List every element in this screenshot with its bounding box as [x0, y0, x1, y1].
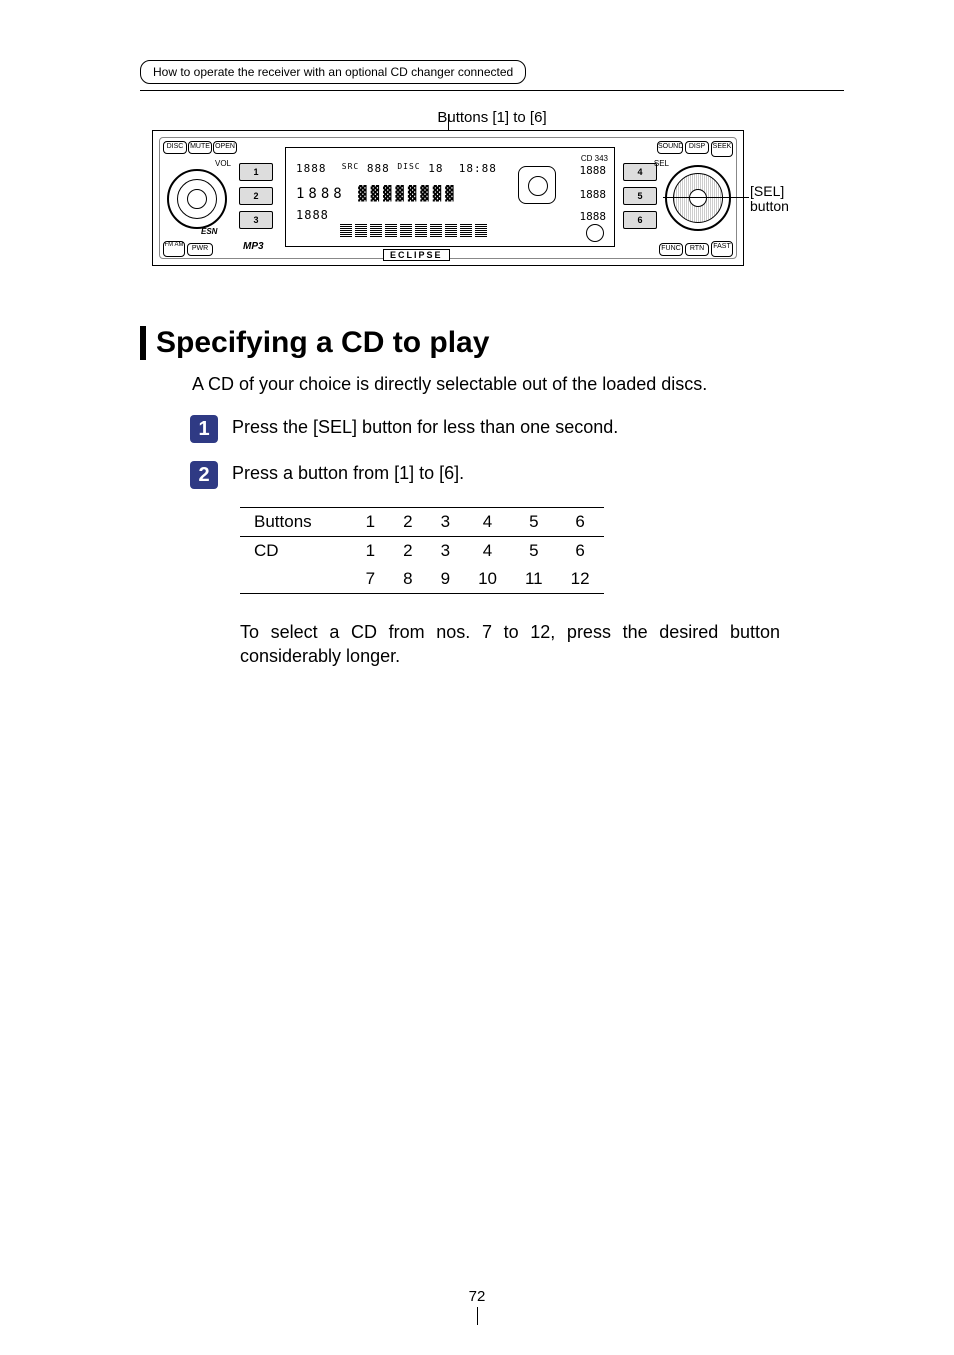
section-intro: A CD of your choice is directly selectab…: [192, 374, 844, 395]
step-1-text: Press the [SEL] button for less than one…: [232, 415, 618, 438]
table-row: Buttons 1 2 3 4 5 6: [240, 508, 604, 537]
table-cell: 3: [427, 508, 464, 537]
brightness-icon: [518, 166, 556, 204]
vol-label: VOL: [215, 159, 231, 168]
table-header-label: Buttons: [240, 508, 352, 537]
open-button[interactable]: OPEN: [213, 141, 237, 154]
seg-row2-left: 1888: [296, 186, 346, 202]
mp3-label: MP3: [243, 241, 264, 252]
table-cell: 1: [352, 537, 389, 566]
table-cell: 5: [511, 537, 557, 566]
lcd-display: CD 343 1888 SRC 888 DISC 18 18:88 1888 ▓…: [285, 147, 615, 247]
seg-side-3: 1888: [580, 210, 607, 223]
esn-label: ESN: [201, 227, 217, 236]
preset-button-1[interactable]: 1: [239, 163, 273, 181]
device-diagram: DISC MUTE OPEN VOL ESN FM AM PWR 1 2 3 C…: [152, 130, 832, 266]
section-note: To select a CD from nos. 7 to 12, press …: [240, 620, 780, 669]
table-row: 7 8 9 10 11 12: [240, 565, 604, 594]
seg-src-label: SRC: [342, 162, 359, 171]
step-2-badge: 2: [190, 461, 218, 489]
section-heading: Specifying a CD to play: [140, 326, 844, 360]
model-label: CD 343: [581, 154, 608, 163]
step-1-badge: 1: [190, 415, 218, 443]
breadcrumb: How to operate the receiver with an opti…: [140, 60, 526, 84]
sel-knob[interactable]: [665, 165, 731, 231]
page-number: 72: [0, 1288, 954, 1325]
table-cell: 5: [511, 508, 557, 537]
button-cd-table: Buttons 1 2 3 4 5 6 CD 1 2 3 4 5 6 7 8 9…: [240, 507, 604, 594]
disp-button[interactable]: DISP: [685, 141, 709, 154]
seg-side-2: 1888: [580, 188, 607, 201]
pwr-button[interactable]: PWR: [187, 243, 213, 256]
sel-label: SEL: [654, 159, 669, 168]
preset-button-2[interactable]: 2: [239, 187, 273, 205]
seg-row1-left: 1888: [296, 162, 327, 175]
seg-disc-label: DISC: [397, 162, 420, 171]
seg-row1-mid: 888: [367, 162, 390, 175]
diagram-caption-top: Buttons [1] to [6]: [140, 109, 844, 126]
disc-icon: [586, 224, 604, 242]
preset-button-6[interactable]: 6: [623, 211, 657, 229]
sound-button[interactable]: SOUND: [657, 141, 683, 154]
preset-button-5[interactable]: 5: [623, 187, 657, 205]
func-button[interactable]: FUNC: [659, 243, 683, 256]
sel-leader-line: [663, 197, 749, 198]
table-cell: 8: [389, 565, 426, 594]
top-rule: [140, 90, 844, 91]
table-cell: 4: [464, 537, 511, 566]
rtn-button[interactable]: RTN: [685, 243, 709, 256]
sel-callout: [SEL] button: [750, 184, 789, 214]
table-cell: 4: [464, 508, 511, 537]
step-2-text: Press a button from [1] to [6].: [232, 461, 464, 484]
table-cell: 9: [427, 565, 464, 594]
table-cell: 2: [389, 508, 426, 537]
preset-buttons-right: 4 5 6: [623, 163, 657, 235]
volume-knob[interactable]: [167, 169, 227, 229]
preset-buttons-left: 1 2 3: [239, 163, 273, 235]
car-stereo-faceplate: DISC MUTE OPEN VOL ESN FM AM PWR 1 2 3 C…: [152, 130, 744, 266]
fm-am-button[interactable]: FM AM: [163, 241, 185, 257]
table-row-label: CD: [240, 537, 352, 566]
seek-button[interactable]: SEEK: [711, 141, 733, 157]
table-cell: 2: [389, 537, 426, 566]
sel-callout-line2: button: [750, 198, 789, 214]
table-cell: 6: [557, 508, 604, 537]
preset-button-3[interactable]: 3: [239, 211, 273, 229]
table-cell: 6: [557, 537, 604, 566]
step-2: 2 Press a button from [1] to [6].: [190, 461, 844, 489]
brand-label: ECLIPSE: [383, 249, 450, 261]
table-row: CD 1 2 3 4 5 6: [240, 537, 604, 566]
seg-row1-mid2: 18: [428, 162, 443, 175]
fast-button[interactable]: FAST: [711, 241, 733, 257]
table-cell: 12: [557, 565, 604, 594]
spectrum-bars: [340, 224, 487, 238]
seg-side-1: 1888: [580, 164, 607, 177]
step-1: 1 Press the [SEL] button for less than o…: [190, 415, 844, 443]
table-cell: 11: [511, 565, 557, 594]
table-cell: 3: [427, 537, 464, 566]
preset-button-4[interactable]: 4: [623, 163, 657, 181]
seg-row3-left: 1888: [296, 208, 329, 222]
table-cell: 7: [352, 565, 389, 594]
mute-button[interactable]: MUTE: [188, 141, 212, 154]
seg-row1-time: 18:88: [459, 162, 497, 175]
sel-callout-line1: [SEL]: [750, 183, 784, 199]
disc-button[interactable]: DISC: [163, 141, 187, 154]
table-cell: 1: [352, 508, 389, 537]
table-cell: 10: [464, 565, 511, 594]
